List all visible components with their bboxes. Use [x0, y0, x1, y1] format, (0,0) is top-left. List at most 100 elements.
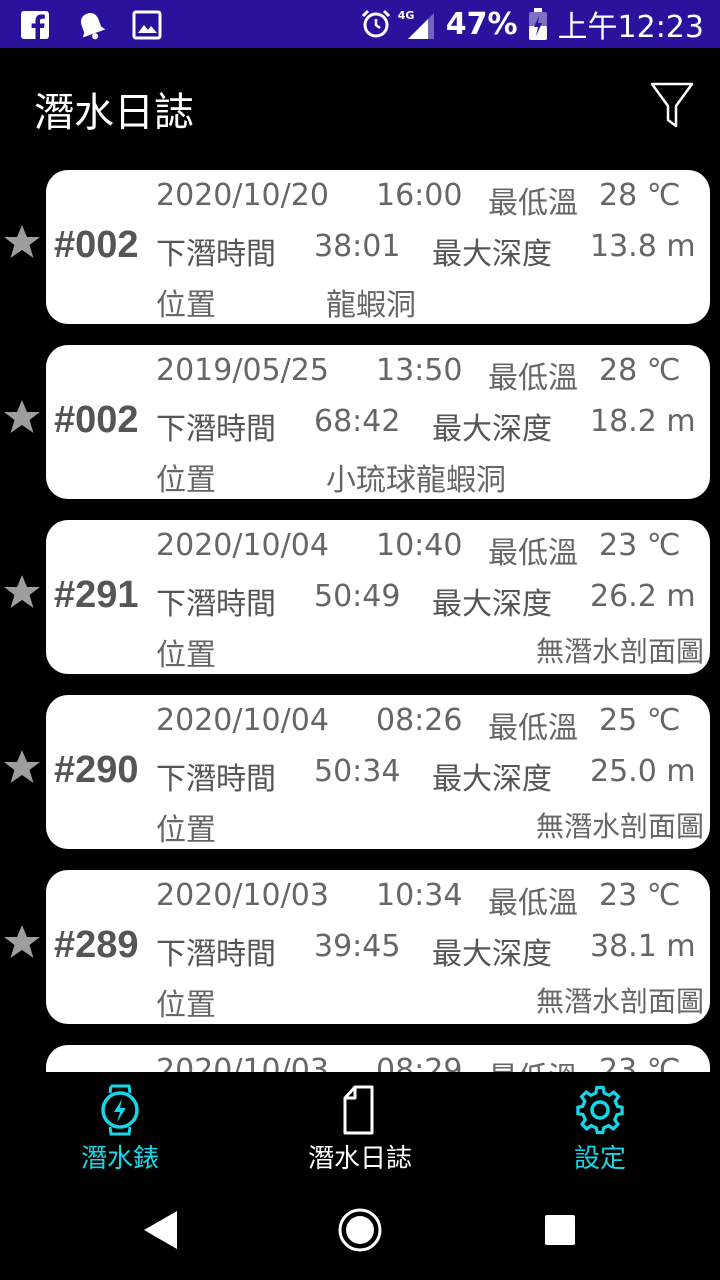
signal-icon: 4G: [398, 7, 436, 41]
dive-number: #291: [54, 574, 139, 616]
nav-item-dive-watch[interactable]: 潛水錶: [40, 1084, 200, 1174]
min-temp-label: 最低溫: [488, 186, 578, 221]
notification-bell-icon: [80, 13, 106, 40]
dive-time-value: 38:01: [314, 229, 401, 264]
list-item[interactable]: 2020/10/03 08:29 最低溫 23 ℃: [0, 1045, 720, 1072]
location-label: 位置: [156, 463, 216, 498]
bottom-navigation: 潛水錶 潛水日誌 設定: [0, 1072, 720, 1180]
max-depth-label: 最大深度: [432, 587, 552, 622]
image-icon: [132, 10, 162, 40]
list-item[interactable]: 2019/05/25 13:50 最低溫 28 ℃ #002 下潛時間 68:4…: [0, 345, 720, 499]
location-value: 小琉球龍蝦洞: [326, 463, 506, 498]
nav-label-dive-log: 潛水日誌: [307, 1144, 412, 1174]
dive-start-time: 08:29: [376, 1053, 463, 1072]
dive-time-value: 50:49: [314, 579, 401, 614]
dive-date: 2020/10/20: [156, 178, 329, 213]
max-depth-value: 18.2 m: [590, 404, 696, 439]
gear-icon: [576, 1085, 624, 1135]
dive-time-label: 下潛時間: [156, 412, 276, 447]
min-temp-label: 最低溫: [488, 536, 578, 571]
recents-icon[interactable]: [535, 1205, 585, 1255]
system-navigation: [0, 1180, 720, 1280]
location-label: 位置: [156, 638, 216, 673]
alarm-icon: [361, 9, 390, 38]
home-icon[interactable]: [335, 1205, 385, 1255]
min-temp-value: 25 ℃: [599, 703, 681, 738]
dive-start-time: 08:26: [376, 703, 463, 738]
star-icon[interactable]: [2, 572, 42, 612]
dive-start-time: 16:00: [376, 178, 463, 213]
location-label: 位置: [156, 988, 216, 1023]
list-item[interactable]: 2020/10/04 10:40 最低溫 23 ℃ #291 下潛時間 50:4…: [0, 520, 720, 674]
min-temp-value: 23 ℃: [599, 1053, 681, 1072]
dive-card[interactable]: 2020/10/03 10:34 最低溫 23 ℃ #289 下潛時間 39:4…: [46, 870, 710, 1024]
dive-time-label: 下潛時間: [156, 762, 276, 797]
min-temp-value: 23 ℃: [599, 878, 681, 913]
max-depth-label: 最大深度: [432, 412, 552, 447]
dive-start-time: 10:34: [376, 878, 463, 913]
clock: 上午12:23: [557, 10, 704, 45]
dive-time-value: 68:42: [314, 404, 401, 439]
facebook-icon: [21, 11, 49, 40]
location-value: 無潛水剖面圖: [535, 985, 704, 1018]
min-temp-value: 28 ℃: [599, 178, 681, 213]
min-temp-label: 最低溫: [488, 1053, 578, 1072]
max-depth-value: 25.0 m: [590, 754, 696, 789]
list-item[interactable]: 2020/10/03 10:34 最低溫 23 ℃ #289 下潛時間 39:4…: [0, 870, 720, 1024]
document-icon: [343, 1085, 374, 1135]
location-value: 無潛水剖面圖: [535, 635, 704, 668]
nav-item-dive-log[interactable]: 潛水日誌: [280, 1084, 440, 1174]
dive-date: 2020/10/04: [156, 528, 329, 563]
dive-date: 2020/10/03: [156, 1053, 329, 1072]
watch-icon: [101, 1084, 139, 1136]
nav-item-settings[interactable]: 設定: [520, 1084, 680, 1174]
list-item[interactable]: 2020/10/20 16:00 最低溫 28 ℃ #002 下潛時間 38:0…: [0, 170, 720, 324]
max-depth-value: 26.2 m: [590, 579, 696, 614]
dive-time-label: 下潛時間: [156, 237, 276, 272]
max-depth-label: 最大深度: [432, 937, 552, 972]
min-temp-label: 最低溫: [488, 711, 578, 746]
location-value: 龍蝦洞: [326, 288, 416, 323]
status-bar: 4G 47% 上午12:23: [0, 0, 720, 48]
dive-time-value: 50:34: [314, 754, 401, 789]
min-temp-value: 23 ℃: [599, 528, 681, 563]
min-temp-value: 28 ℃: [599, 353, 681, 388]
nav-label-settings: 設定: [573, 1144, 626, 1174]
list-item[interactable]: 2020/10/04 08:26 最低溫 25 ℃ #290 下潛時間 50:3…: [0, 695, 720, 849]
star-icon[interactable]: [2, 397, 42, 437]
battery-percent: 47%: [445, 6, 518, 42]
dive-card[interactable]: 2020/10/20 16:00 最低溫 28 ℃ #002 下潛時間 38:0…: [46, 170, 710, 324]
max-depth-label: 最大深度: [432, 762, 552, 797]
location-value: 無潛水剖面圖: [535, 810, 704, 843]
dive-date: 2020/10/04: [156, 703, 329, 738]
min-temp-label: 最低溫: [488, 361, 578, 396]
dive-start-time: 10:40: [376, 528, 463, 563]
star-icon[interactable]: [2, 922, 42, 962]
filter-icon[interactable]: [648, 80, 696, 130]
dive-time-label: 下潛時間: [156, 587, 276, 622]
star-icon[interactable]: [2, 222, 42, 262]
min-temp-label: 最低溫: [488, 886, 578, 921]
dive-date: 2020/10/03: [156, 878, 329, 913]
max-depth-value: 13.8 m: [590, 229, 696, 264]
back-icon[interactable]: [135, 1205, 185, 1255]
location-label: 位置: [156, 813, 216, 848]
location-label: 位置: [156, 288, 216, 323]
dive-log-list[interactable]: 2020/10/20 16:00 最低溫 28 ℃ #002 下潛時間 38:0…: [0, 150, 720, 1072]
page-title: 潛水日誌: [34, 90, 194, 136]
dive-card[interactable]: 2020/10/04 08:26 最低溫 25 ℃ #290 下潛時間 50:3…: [46, 695, 710, 849]
dive-card[interactable]: 2020/10/04 10:40 最低溫 23 ℃ #291 下潛時間 50:4…: [46, 520, 710, 674]
max-depth-value: 38.1 m: [590, 929, 696, 964]
star-icon[interactable]: [2, 747, 42, 787]
dive-card[interactable]: 2019/05/25 13:50 最低溫 28 ℃ #002 下潛時間 68:4…: [46, 345, 710, 499]
dive-number: #002: [54, 399, 139, 441]
max-depth-label: 最大深度: [432, 237, 552, 272]
dive-number: #290: [54, 749, 139, 791]
dive-time-label: 下潛時間: [156, 937, 276, 972]
dive-start-time: 13:50: [376, 353, 463, 388]
dive-number: #002: [54, 224, 139, 266]
battery-icon: [528, 8, 547, 40]
dive-card[interactable]: 2020/10/03 08:29 最低溫 23 ℃: [46, 1045, 710, 1072]
dive-time-value: 39:45: [314, 929, 401, 964]
nav-label-dive-watch: 潛水錶: [80, 1144, 159, 1174]
